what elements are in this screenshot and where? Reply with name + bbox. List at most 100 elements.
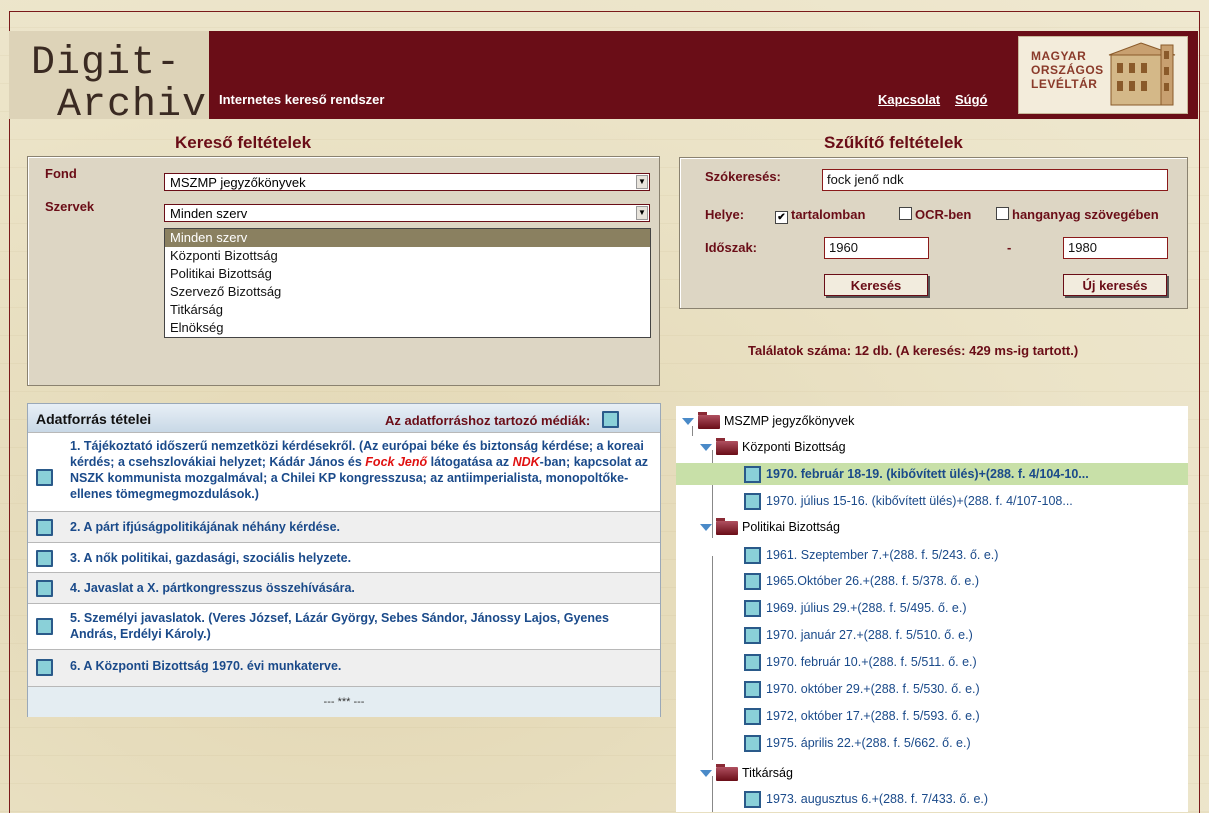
media-icon[interactable] — [601, 411, 619, 428]
tree-node-root[interactable]: MSZMP jegyzőkönyvek — [682, 410, 854, 432]
tree-leaf[interactable]: 1961. Szeptember 7.+(288. f. 5/243. ő. e… — [744, 544, 998, 566]
tree-leaf[interactable]: 1970. február 10.+(288. f. 5/511. ő. e.) — [744, 651, 977, 673]
content-checkbox[interactable]: ✔ tartalomban — [775, 207, 865, 224]
document-icon[interactable] — [36, 469, 53, 486]
tree-leaf[interactable]: 1972, október 17.+(288. f. 5/593. ő. e.) — [744, 705, 980, 727]
tree-leaf-label: 1972, október 17.+(288. f. 5/593. ő. e.) — [766, 709, 980, 723]
document-icon[interactable] — [36, 659, 53, 676]
ocr-checkbox-label: OCR-ben — [915, 207, 972, 222]
logo-line1: Digit- — [31, 41, 182, 86]
tree-leaf[interactable]: 1965.Október 26.+(288. f. 5/378. ő. e.) — [744, 570, 979, 592]
folder-icon — [716, 763, 738, 781]
document-icon[interactable] — [36, 519, 53, 536]
expand-triangle-icon[interactable] — [700, 524, 712, 532]
mol-line2: ORSZÁGOS — [1031, 63, 1104, 77]
list-item[interactable]: 6. A Központi Bizottság 1970. évi munkat… — [28, 649, 660, 686]
mol-line3: LEVÉLTÁR — [1031, 77, 1098, 91]
period-to-input[interactable]: 1980 — [1063, 237, 1168, 259]
tree-node-pb[interactable]: Politikai Bizottság — [700, 516, 840, 538]
tree-leaf[interactable]: 1975. április 22.+(288. f. 5/662. ő. e.) — [744, 732, 971, 754]
tree-leaf[interactable]: 1970. január 27.+(288. f. 5/510. ő. e.) — [744, 624, 973, 646]
tree-leaf-label: 1965.Október 26.+(288. f. 5/378. ő. e.) — [766, 574, 979, 588]
expand-triangle-icon[interactable] — [700, 770, 712, 778]
checkbox-checked-icon[interactable]: ✔ — [775, 211, 788, 224]
highlighted-term: Fock Jenő — [365, 455, 428, 469]
tree-node-kb[interactable]: Központi Bizottság — [700, 436, 846, 458]
szervek-select-value: Minden szerv — [170, 206, 248, 221]
document-icon[interactable] — [744, 681, 761, 699]
document-icon[interactable] — [36, 580, 53, 597]
mol-logo[interactable]: MAGYAR ORSZÁGOS LEVÉLTÁR — [1018, 36, 1188, 114]
document-icon[interactable] — [744, 627, 761, 645]
document-icon[interactable] — [744, 573, 761, 591]
keyword-label: Szókeresés: — [705, 169, 781, 184]
digit-archiv-logo[interactable]: Digit- Archiv — [9, 31, 209, 128]
tree-leaf[interactable]: 1970. július 15-16. (kibővített ülés)+(2… — [744, 490, 1073, 512]
tree-leaf[interactable]: 1970. október 29.+(288. f. 5/530. ő. e.) — [744, 678, 980, 700]
document-icon[interactable] — [744, 547, 761, 565]
list-item[interactable]: 3. A nők politikai, gazdasági, szociális… — [28, 542, 660, 572]
period-from-input[interactable]: 1960 — [824, 237, 929, 259]
document-icon[interactable] — [744, 735, 761, 753]
content-checkbox-label: tartalomban — [791, 207, 866, 222]
tree-leaf[interactable]: 1973. augusztus 6.+(288. f. 7/433. ő. e.… — [744, 788, 988, 810]
list-item[interactable]: 5. Személyi javaslatok. (Veres József, L… — [28, 603, 660, 649]
fond-select[interactable]: MSZMP jegyzőkönyvek ▼ — [164, 173, 650, 191]
tree-leaf-label: 1970. január 27.+(288. f. 5/510. ő. e.) — [766, 628, 973, 642]
audio-checkbox-label: hanganyag szövegében — [1012, 207, 1159, 222]
document-icon[interactable] — [744, 654, 761, 672]
list-item-text[interactable]: 5. Személyi javaslatok. (Veres József, L… — [70, 610, 650, 642]
audio-checkbox[interactable]: hanganyag szövegében — [996, 207, 1159, 222]
document-icon[interactable] — [36, 618, 53, 635]
new-search-button[interactable]: Új keresés — [1063, 274, 1167, 296]
document-icon[interactable] — [36, 550, 53, 567]
dropdown-option[interactable]: Politikai Bizottság — [165, 265, 650, 283]
dropdown-option[interactable]: Szervező Bizottság — [165, 283, 650, 301]
document-icon[interactable] — [744, 791, 761, 809]
header-bar: Digit- Archiv Internetes kereső rendszer… — [9, 31, 1198, 128]
document-icon[interactable] — [744, 493, 761, 511]
checkbox-icon[interactable] — [996, 207, 1009, 220]
szervek-select[interactable]: Minden szerv ▼ — [164, 204, 650, 222]
chevron-down-icon[interactable]: ▼ — [636, 206, 648, 220]
filter-panel: Szókeresés: fock jenő ndk Helye: ✔ tartal… — [679, 157, 1188, 309]
dropdown-option[interactable]: Titkárság — [165, 301, 650, 319]
source-items-title: Adatforrás tételei — [36, 411, 152, 427]
document-icon[interactable] — [744, 708, 761, 726]
list-item-text[interactable]: 1. Tájékoztató időszerű nemzetközi kérdé… — [70, 438, 650, 502]
document-icon[interactable] — [744, 600, 761, 618]
tree-node-titkarsag[interactable]: Titkárság — [700, 762, 793, 784]
dropdown-option[interactable]: Központi Bizottság — [165, 247, 650, 265]
tree-leaf-label: 1970. február 10.+(288. f. 5/511. ő. e.) — [766, 655, 977, 669]
document-icon[interactable] — [744, 466, 761, 484]
result-tree: MSZMP jegyzőkönyvek Központi Bizottság 1… — [676, 406, 1188, 812]
expand-triangle-icon[interactable] — [700, 444, 712, 452]
tree-leaf[interactable]: 1969. július 29.+(288. f. 5/495. ő. e.) — [744, 597, 966, 619]
keyword-input[interactable]: fock jenő ndk — [822, 169, 1168, 191]
list-item-text[interactable]: 4. Javaslat a X. pártkongresszus összehí… — [70, 580, 650, 596]
list-item[interactable]: 1. Tájékoztató időszerű nemzetközi kérdé… — [28, 432, 660, 511]
search-criteria-title: Kereső feltételek — [175, 133, 312, 152]
list-item-text[interactable]: 3. A nők politikai, gazdasági, szociális… — [70, 550, 650, 566]
mol-logo-text: MAGYAR ORSZÁGOS LEVÉLTÁR — [1031, 49, 1104, 91]
result-count: Találatok száma: 12 db. (A keresés: 429 … — [748, 343, 1079, 358]
source-items-header: Adatforrás tételei Az adatforráshoz tart… — [28, 404, 660, 433]
contact-link[interactable]: Kapcsolat — [878, 92, 940, 107]
szervek-dropdown: Minden szerv Központi Bizottság Politika… — [164, 228, 651, 338]
help-link[interactable]: Súgó — [955, 92, 988, 107]
place-label: Helye: — [705, 207, 745, 222]
list-item[interactable]: 2. A párt ifjúságpolitikájának néhány ké… — [28, 511, 660, 542]
checkbox-icon[interactable] — [899, 207, 912, 220]
ocr-checkbox[interactable]: OCR-ben — [899, 207, 971, 222]
dropdown-option[interactable]: Elnökség — [165, 319, 650, 337]
list-item-text[interactable]: 6. A Központi Bizottság 1970. évi munkat… — [70, 658, 650, 674]
chevron-down-icon[interactable]: ▼ — [636, 175, 648, 189]
list-item[interactable]: 4. Javaslat a X. pártkongresszus összehí… — [28, 572, 660, 603]
search-button[interactable]: Keresés — [824, 274, 928, 296]
tree-leaf-selected[interactable]: 1970. február 18-19. (kibővített ülés)+(… — [676, 463, 1188, 485]
expand-triangle-icon[interactable] — [682, 418, 694, 426]
list-item-text[interactable]: 2. A párt ifjúságpolitikájának néhány ké… — [70, 519, 650, 535]
dropdown-option[interactable]: Minden szerv — [165, 229, 650, 247]
period-dash: - — [1007, 240, 1012, 255]
folder-icon — [716, 437, 738, 455]
